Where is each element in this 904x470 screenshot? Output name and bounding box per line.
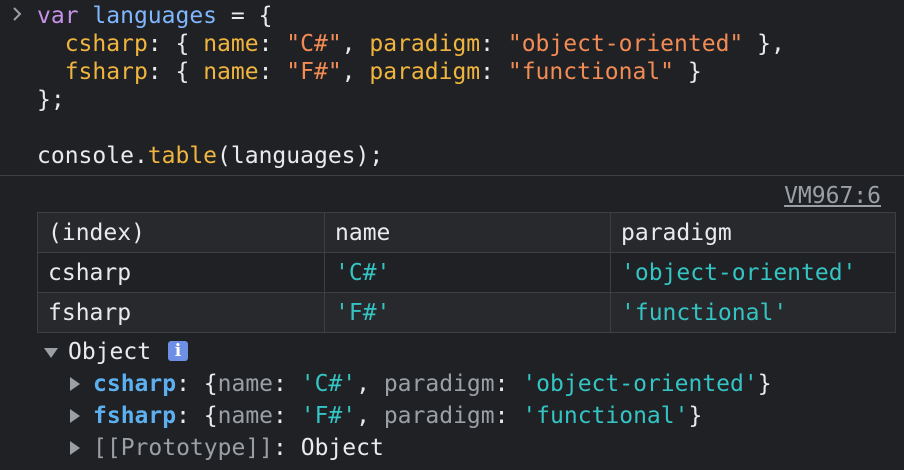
triangle-right-icon[interactable] bbox=[70, 377, 80, 391]
code-punctuation: : { bbox=[147, 31, 204, 57]
tree-prop: name bbox=[217, 403, 274, 429]
code-prop: name bbox=[203, 59, 259, 85]
code-punctuation: }, bbox=[743, 31, 785, 57]
tree-value: 'object-oriented' bbox=[522, 371, 758, 397]
tree-punctuation: : bbox=[273, 371, 301, 397]
table-cell-name: 'F#' bbox=[324, 292, 611, 333]
tree-item-fsharp[interactable]: fsharp: {name: 'F#', paradigm: 'function… bbox=[93, 401, 702, 431]
code-punctuation: : { bbox=[147, 59, 204, 85]
method-name: table bbox=[147, 143, 218, 169]
tree-punctuation: : { bbox=[176, 403, 218, 429]
code-string: "F#" bbox=[286, 59, 342, 85]
tree-punctuation: : bbox=[494, 371, 523, 397]
code-line-6: console.table(languages); bbox=[37, 142, 383, 170]
tree-key: fsharp bbox=[93, 403, 177, 429]
tree-punctuation: : bbox=[273, 435, 301, 461]
code-punctuation: , bbox=[341, 31, 370, 57]
table-row: fsharp 'F#' 'functional' bbox=[37, 292, 896, 333]
code-line-2: csharp: { name: "C#", paradigm: "object-… bbox=[37, 30, 785, 58]
tree-prop: name bbox=[217, 371, 274, 397]
tree-value: 'F#' bbox=[300, 403, 357, 429]
tree-prop: paradigm bbox=[383, 371, 495, 397]
prototype-value: Object bbox=[300, 435, 384, 461]
console-object: console bbox=[37, 143, 134, 169]
object-root-label[interactable]: Object bbox=[68, 337, 151, 367]
chevron-right-icon bbox=[13, 7, 22, 21]
triangle-right-icon[interactable] bbox=[70, 409, 80, 423]
tree-punctuation: } bbox=[688, 403, 703, 429]
code-punctuation: : bbox=[480, 59, 508, 85]
triangle-down-icon[interactable] bbox=[44, 348, 58, 358]
tree-key: csharp bbox=[93, 371, 177, 397]
code-punctuation: : bbox=[258, 31, 287, 57]
table-header-row: (index) name paradigm bbox=[37, 212, 896, 253]
code-punctuation: : bbox=[480, 31, 508, 57]
code-prop: name bbox=[203, 31, 259, 57]
code-key: fsharp bbox=[64, 59, 148, 85]
code-string: "functional" bbox=[507, 59, 675, 85]
tree-punctuation: , bbox=[356, 403, 384, 429]
console-table: (index) name paradigm csharp 'C#' 'objec… bbox=[37, 212, 896, 333]
table-cell-paradigm: 'object-oriented' bbox=[610, 252, 896, 293]
column-header-index[interactable]: (index) bbox=[37, 212, 325, 253]
table-cell-name: 'C#' bbox=[324, 252, 611, 293]
code-punctuation: : bbox=[258, 59, 287, 85]
message-divider bbox=[0, 175, 904, 176]
call-arguments: (languages); bbox=[217, 143, 384, 169]
tree-item-prototype[interactable]: [[Prototype]]: Object bbox=[93, 433, 384, 463]
tree-punctuation: : bbox=[273, 403, 301, 429]
tree-punctuation: : bbox=[494, 403, 523, 429]
variable-name: languages bbox=[92, 3, 218, 29]
code-line-1: var languages = { bbox=[37, 2, 272, 30]
table-cell-index: fsharp bbox=[37, 292, 325, 333]
tree-punctuation: , bbox=[356, 371, 384, 397]
prototype-key: [[Prototype]] bbox=[93, 435, 274, 461]
keyword-var: var bbox=[37, 3, 79, 29]
code-prop: paradigm bbox=[369, 59, 481, 85]
table-row: csharp 'C#' 'object-oriented' bbox=[37, 252, 896, 293]
info-icon[interactable]: i bbox=[168, 341, 188, 361]
tree-value: 'C#' bbox=[300, 371, 357, 397]
column-header-name[interactable]: name bbox=[324, 212, 611, 253]
tree-punctuation: } bbox=[757, 371, 772, 397]
table-cell-paradigm: 'functional' bbox=[610, 292, 896, 333]
code-string: "object-oriented" bbox=[507, 31, 744, 57]
code-punctuation: , bbox=[341, 59, 370, 85]
column-header-paradigm[interactable]: paradigm bbox=[610, 212, 896, 253]
code-prop: paradigm bbox=[369, 31, 481, 57]
tree-punctuation: : { bbox=[176, 371, 218, 397]
table-cell-index: csharp bbox=[37, 252, 325, 293]
tree-prop: paradigm bbox=[383, 403, 495, 429]
tree-value: 'functional' bbox=[522, 403, 689, 429]
code-punctuation: } bbox=[674, 59, 702, 85]
code-string: "C#" bbox=[286, 31, 342, 57]
code-key: csharp bbox=[64, 31, 148, 57]
source-link[interactable]: VM967:6 bbox=[784, 182, 881, 210]
code-line-4: }; bbox=[37, 87, 65, 113]
code-line-3: fsharp: { name: "F#", paradigm: "functio… bbox=[37, 58, 702, 86]
tree-item-csharp[interactable]: csharp: {name: 'C#', paradigm: 'object-o… bbox=[93, 369, 772, 399]
triangle-right-icon[interactable] bbox=[70, 441, 80, 455]
assign-brace: = { bbox=[217, 3, 273, 29]
code-punctuation: . bbox=[133, 143, 148, 169]
